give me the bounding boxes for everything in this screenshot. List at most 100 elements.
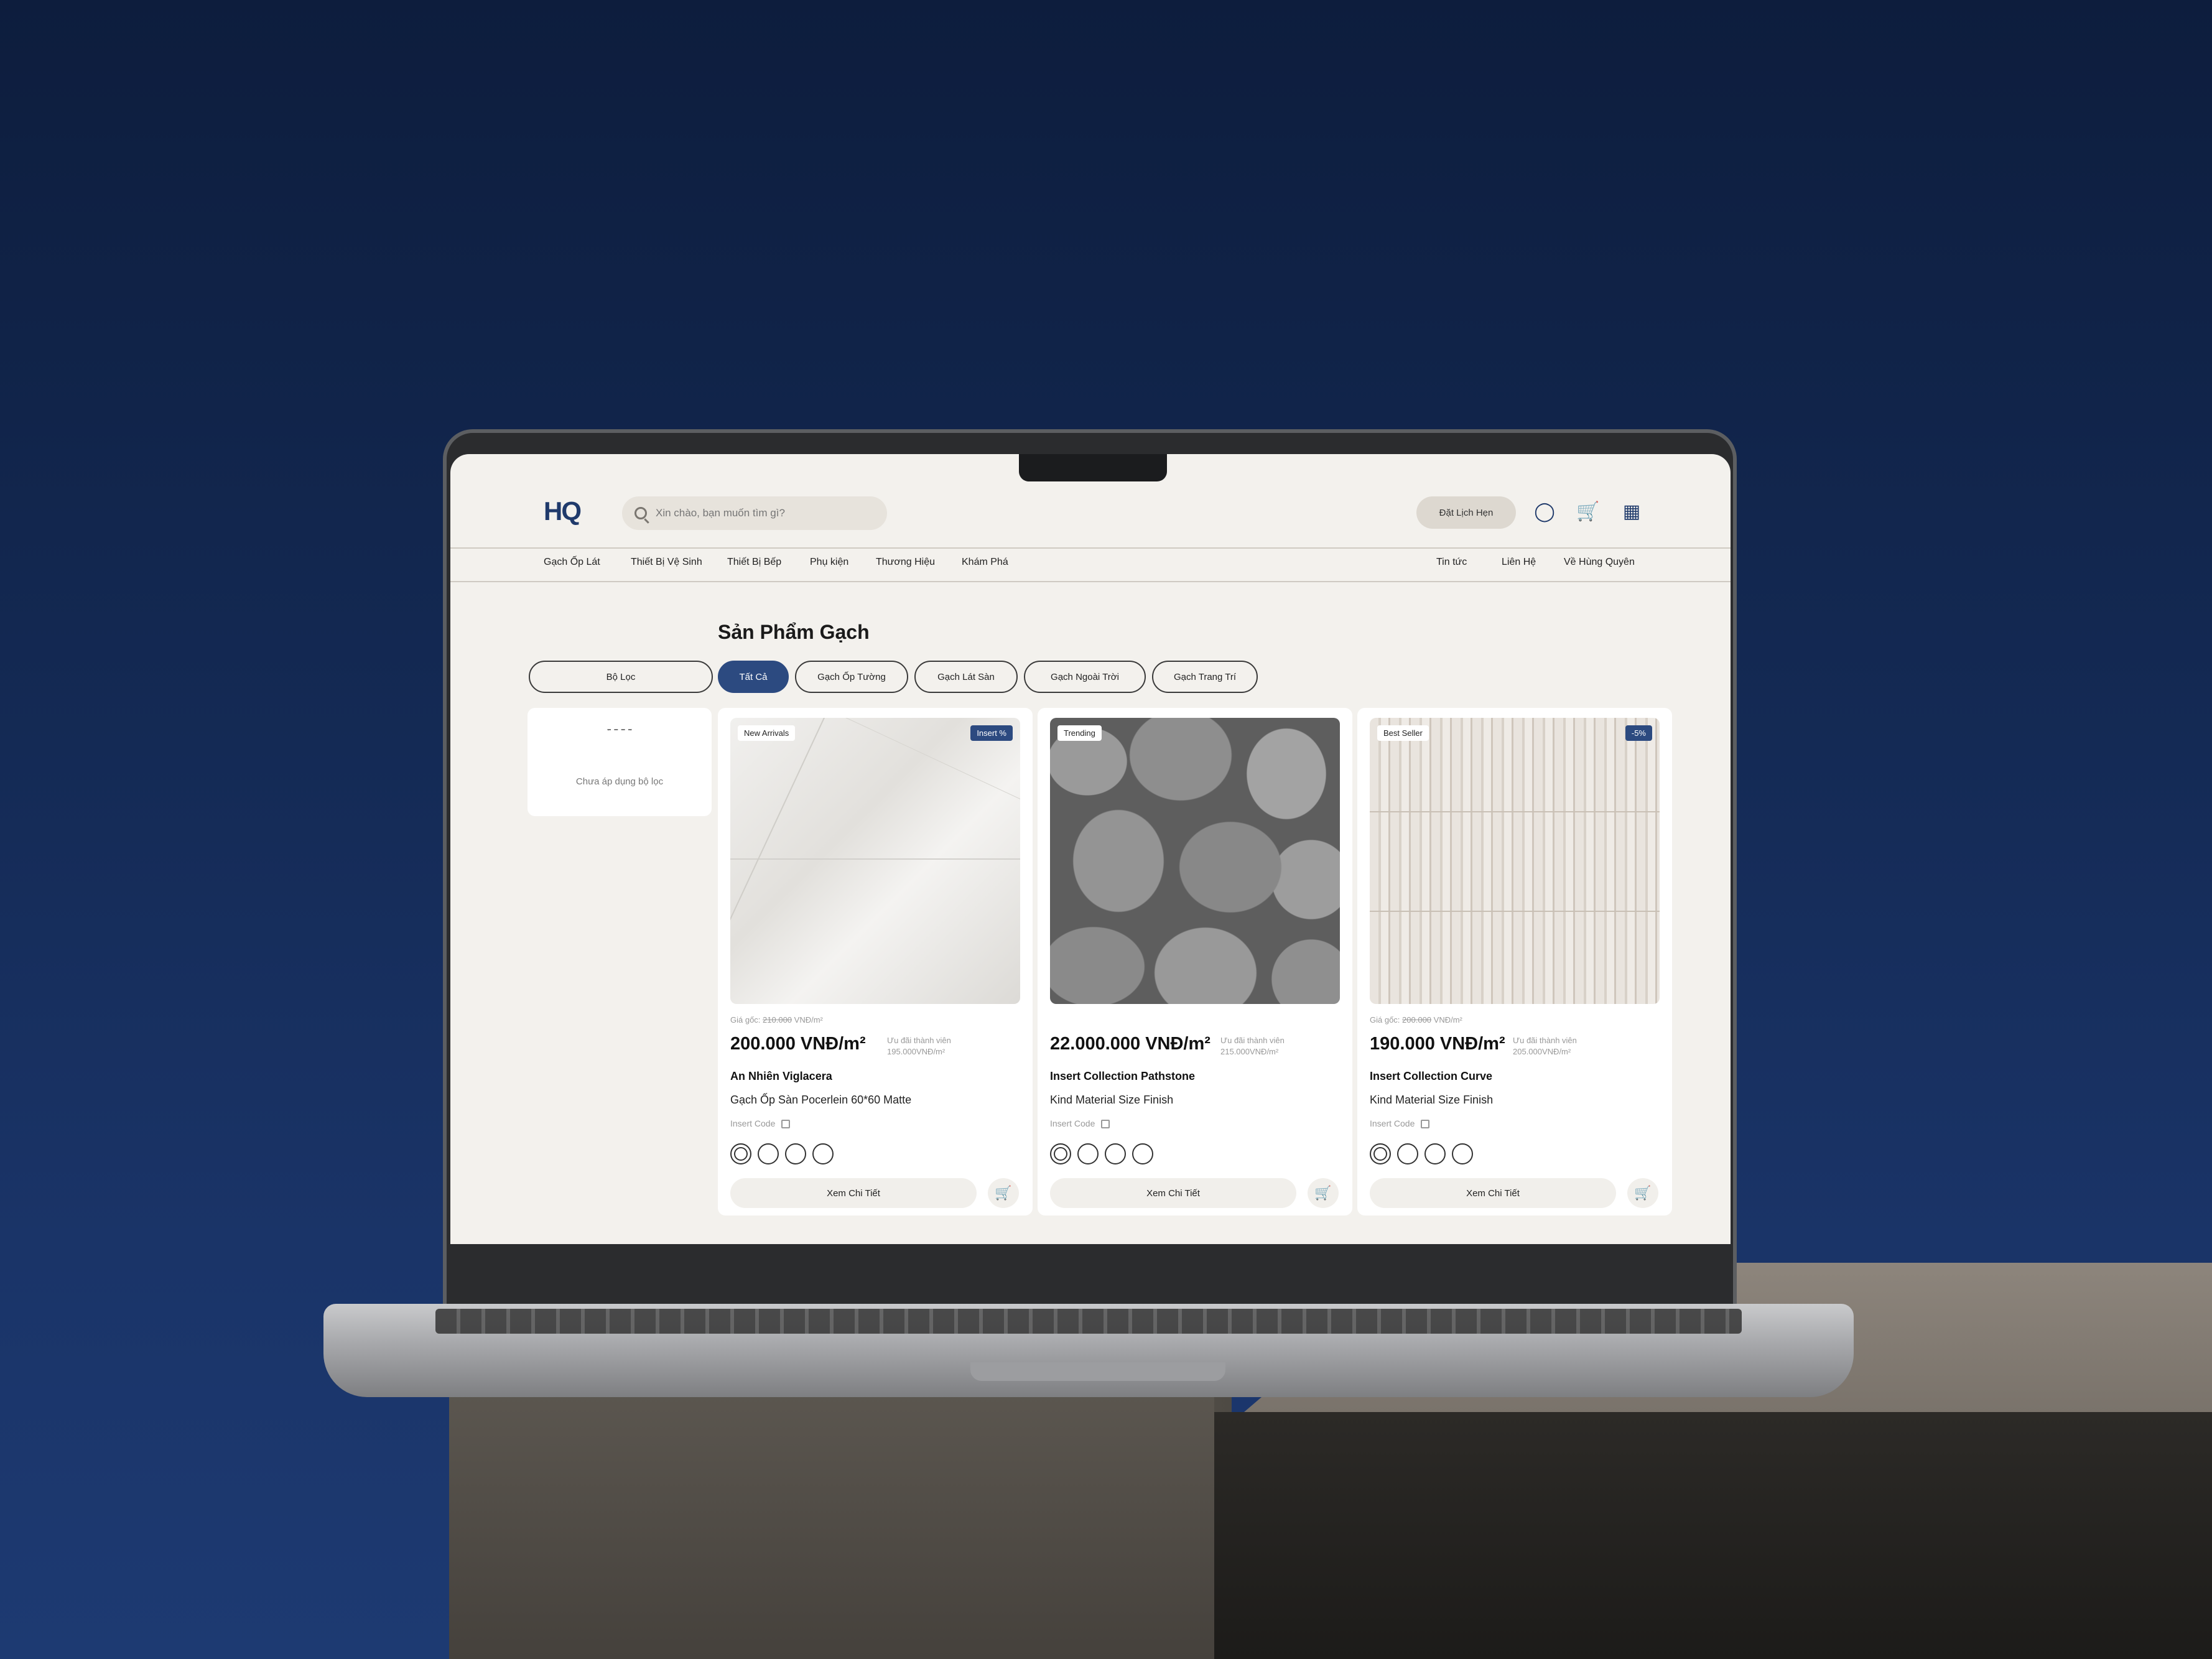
product-code-text: Insert Code — [1370, 1118, 1415, 1128]
view-detail-button[interactable]: Xem Chi Tiết — [1370, 1178, 1616, 1208]
laptop-screen: HQ Đặt Lịch Hẹn ◯ 🛒 ▦ Gạch Ốp Lát Thiết … — [450, 454, 1731, 1244]
search-input[interactable] — [656, 507, 880, 519]
funnel-icon — [607, 729, 632, 758]
product-subtitle: Kind Material Size Finish — [1050, 1094, 1174, 1106]
original-price-unit: VNĐ/m² — [794, 1015, 823, 1025]
product-image[interactable]: New Arrivals Insert % — [730, 718, 1020, 1004]
member-price: Ưu đãi thành viên 195.000VNĐ/m² — [887, 1035, 951, 1057]
header-divider — [450, 547, 1731, 549]
site-logo[interactable]: HQ — [544, 496, 582, 526]
product-code: Insert Code — [1370, 1118, 1430, 1129]
product-tag: Best Seller — [1377, 725, 1429, 741]
swatch[interactable] — [758, 1143, 779, 1164]
original-price-label: Giá gốc: — [730, 1015, 761, 1025]
nav-item-accessories[interactable]: Phụ kiện — [810, 557, 848, 568]
add-to-cart-icon[interactable]: 🛒 — [1308, 1178, 1339, 1208]
view-detail-button[interactable]: Xem Chi Tiết — [1050, 1178, 1296, 1208]
concrete-block-left — [449, 1369, 1214, 1659]
swatch[interactable] — [1105, 1143, 1126, 1164]
concrete-block-right — [1214, 1412, 2212, 1659]
search-icon — [634, 507, 647, 519]
swatch[interactable] — [1077, 1143, 1099, 1164]
member-price: Ưu đãi thành viên 215.000VNĐ/m² — [1220, 1035, 1285, 1057]
discount-badge: -5% — [1625, 725, 1652, 741]
filter-empty-text: Chưa áp dụng bộ lọc — [575, 776, 664, 787]
add-to-cart-icon[interactable]: 🛒 — [1627, 1178, 1658, 1208]
product-subtitle: Gạch Ốp Sàn Pocerlein 60*60 Matte — [730, 1094, 912, 1106]
nav-item-tiles[interactable]: Gạch Ốp Lát — [544, 557, 600, 568]
nav-item-kitchen[interactable]: Thiết Bị Bếp — [727, 557, 781, 568]
product-tag: Trending — [1057, 725, 1102, 741]
laptop-keyboard — [435, 1309, 1742, 1334]
swatch[interactable] — [1424, 1143, 1446, 1164]
product-card[interactable]: Trending 22.000.000 VNĐ/m² Ưu đãi thành … — [1038, 708, 1352, 1215]
promo-badge: Insert % — [970, 725, 1013, 741]
member-price-value: 215.000VNĐ/m² — [1220, 1047, 1279, 1056]
product-card[interactable]: New Arrivals Insert % Giá gốc: 210.000 V… — [718, 708, 1033, 1215]
main-nav: Gạch Ốp Lát Thiết Bị Vệ Sinh Thiết Bị Bế… — [450, 557, 1731, 575]
nav-item-brands[interactable]: Thương Hiệu — [876, 557, 935, 568]
chip-outdoor-tiles[interactable]: Gạch Ngoài Trời — [1024, 661, 1146, 693]
product-code: Insert Code — [1050, 1118, 1110, 1129]
copy-icon[interactable] — [781, 1120, 791, 1129]
filter-button[interactable]: Bộ Lọc — [529, 661, 713, 693]
swatch[interactable] — [1132, 1143, 1153, 1164]
member-price-label: Ưu đãi thành viên — [1220, 1036, 1285, 1045]
camera-notch — [1019, 454, 1167, 481]
original-price-label: Giá gốc: — [1370, 1015, 1400, 1025]
color-swatches — [1050, 1143, 1153, 1164]
original-price: Giá gốc: 200.000 VNĐ/m² — [1370, 1015, 1462, 1025]
filter-panel: Chưa áp dụng bộ lọc — [527, 708, 712, 816]
nav-item-about[interactable]: Về Hùng Quyên — [1564, 557, 1635, 568]
product-name[interactable]: Insert Collection Curve — [1370, 1070, 1492, 1083]
original-price-value: 200.000 — [1402, 1015, 1432, 1025]
nav-item-explore[interactable]: Khám Phá — [962, 557, 1008, 568]
original-price-unit: VNĐ/m² — [1433, 1015, 1462, 1025]
member-price-value: 205.000VNĐ/m² — [1513, 1047, 1571, 1056]
chip-floor-tiles[interactable]: Gạch Lát Sàn — [914, 661, 1018, 693]
original-price-value: 210.000 — [763, 1015, 792, 1025]
swatch[interactable] — [1452, 1143, 1473, 1164]
chip-all[interactable]: Tất Cả — [718, 661, 789, 693]
product-code: Insert Code — [730, 1118, 791, 1129]
product-tag: New Arrivals — [738, 725, 796, 741]
product-code-text: Insert Code — [1050, 1118, 1095, 1128]
chip-decor-tiles[interactable]: Gạch Trang Trí — [1152, 661, 1258, 693]
member-price-label: Ưu đãi thành viên — [887, 1036, 951, 1045]
view-detail-button[interactable]: Xem Chi Tiết — [730, 1178, 977, 1208]
product-price: 190.000 VNĐ/m² — [1370, 1034, 1505, 1054]
swatch[interactable] — [730, 1143, 751, 1164]
nav-item-sanitary[interactable]: Thiết Bị Vệ Sinh — [631, 557, 702, 568]
chip-wall-tiles[interactable]: Gạch Ốp Tường — [795, 661, 908, 693]
copy-icon[interactable] — [1421, 1120, 1430, 1129]
apps-icon[interactable]: ▦ — [1620, 500, 1643, 524]
product-code-text: Insert Code — [730, 1118, 776, 1128]
swatch[interactable] — [812, 1143, 834, 1164]
product-image[interactable]: Trending — [1050, 718, 1340, 1004]
book-appointment-button[interactable]: Đặt Lịch Hẹn — [1416, 496, 1516, 529]
swatch[interactable] — [1370, 1143, 1391, 1164]
product-price: 200.000 VNĐ/m² — [730, 1034, 866, 1054]
copy-icon[interactable] — [1101, 1120, 1110, 1129]
color-swatches — [1370, 1143, 1473, 1164]
product-name[interactable]: An Nhiên Viglacera — [730, 1070, 832, 1083]
member-price: Ưu đãi thành viên 205.000VNĐ/m² — [1513, 1035, 1577, 1057]
add-to-cart-icon[interactable]: 🛒 — [988, 1178, 1019, 1208]
product-name[interactable]: Insert Collection Pathstone — [1050, 1070, 1195, 1083]
product-card[interactable]: Best Seller -5% Giá gốc: 200.000 VNĐ/m² … — [1357, 708, 1672, 1215]
page-title: Sản Phẩm Gạch — [718, 621, 870, 643]
original-price: Giá gốc: 210.000 VNĐ/m² — [730, 1015, 823, 1025]
nav-item-contact[interactable]: Liên Hệ — [1502, 557, 1536, 568]
member-price-label: Ưu đãi thành viên — [1513, 1036, 1577, 1045]
site-header: HQ Đặt Lịch Hẹn ◯ 🛒 ▦ — [450, 491, 1731, 530]
cart-icon[interactable]: 🛒 — [1576, 500, 1600, 524]
member-price-value: 195.000VNĐ/m² — [887, 1047, 946, 1056]
swatch[interactable] — [785, 1143, 806, 1164]
swatch[interactable] — [1397, 1143, 1418, 1164]
product-image[interactable]: Best Seller -5% — [1370, 718, 1660, 1004]
swatch[interactable] — [1050, 1143, 1071, 1164]
product-price: 22.000.000 VNĐ/m² — [1050, 1034, 1211, 1054]
user-icon[interactable]: ◯ — [1533, 500, 1556, 524]
nav-item-news[interactable]: Tin tức — [1436, 557, 1467, 568]
search-bar[interactable] — [622, 496, 887, 530]
